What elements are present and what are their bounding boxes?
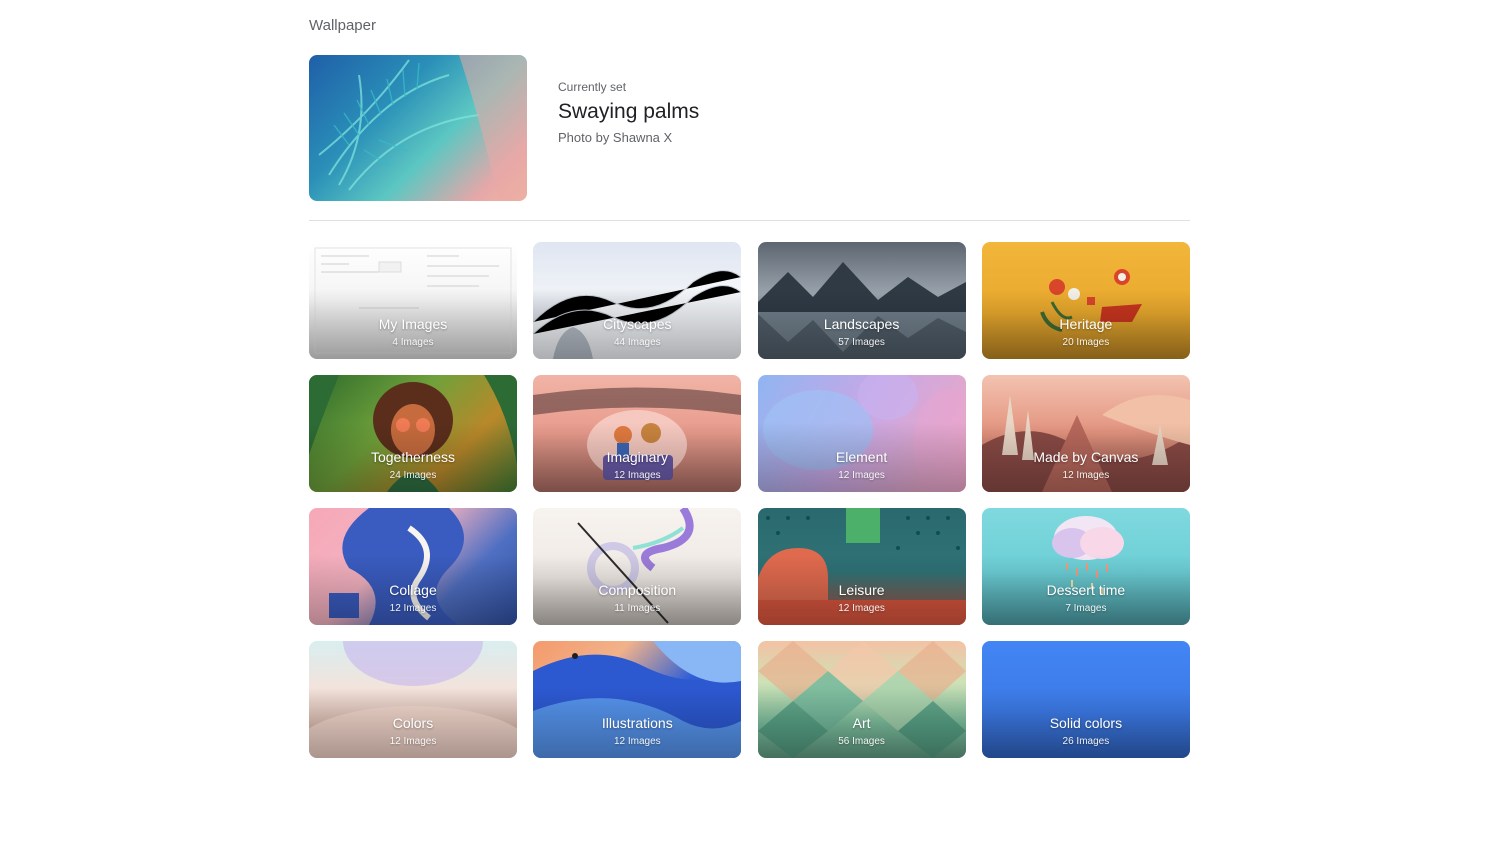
collections-grid: My Images 4 Images Cityscapes 44 Images Land… bbox=[309, 242, 1190, 758]
divider bbox=[309, 220, 1190, 221]
collection-count: 20 Images bbox=[1062, 337, 1110, 348]
collection-tile[interactable]: Leisure 12 Images bbox=[757, 508, 966, 625]
collection-tile[interactable]: My Images 4 Images bbox=[309, 242, 517, 359]
collection-name: Composition bbox=[598, 582, 677, 598]
collection-tile[interactable]: Element 12 Images bbox=[757, 375, 966, 492]
collection-tile[interactable]: Illustrations 12 Images bbox=[533, 641, 742, 758]
collection-count: 56 Images bbox=[838, 736, 885, 747]
collection-count: 12 Images bbox=[389, 603, 437, 614]
palm-leaves-image bbox=[318, 55, 527, 201]
current-wallpaper-credit: Photo by Shawna X bbox=[558, 130, 673, 145]
collection-name: Colors bbox=[392, 715, 434, 731]
currently-set-label: Currently set bbox=[558, 80, 627, 94]
collection-name: My Images bbox=[378, 316, 448, 332]
collection-tile[interactable]: Solid colors 26 Images bbox=[981, 641, 1190, 758]
collection-tile[interactable]: Collage 12 Images bbox=[309, 508, 517, 625]
collection-count: 12 Images bbox=[389, 736, 437, 747]
collection-tile[interactable]: Togetherness 24 Images bbox=[309, 375, 517, 492]
collection-count: 7 Images bbox=[1065, 603, 1107, 614]
collection-name: Art bbox=[852, 715, 871, 731]
collection-tile[interactable]: Art 56 Images bbox=[757, 641, 966, 758]
collection-name: Made by Canvas bbox=[1033, 449, 1139, 465]
collection-tile[interactable]: Cityscapes 44 Images bbox=[533, 242, 742, 359]
collection-tile[interactable]: Dessert time 7 Images bbox=[981, 508, 1190, 625]
collection-name: Collage bbox=[389, 582, 437, 598]
collection-tile[interactable]: Heritage 20 Images bbox=[981, 242, 1190, 359]
collection-tile[interactable]: Composition 11 Images bbox=[533, 508, 742, 625]
collection-tile[interactable]: Landscapes 57 Images bbox=[757, 242, 966, 359]
collection-tile[interactable]: Colors 12 Images bbox=[309, 641, 517, 758]
collection-count: 12 Images bbox=[613, 470, 661, 481]
collection-name: Dessert time bbox=[1046, 582, 1126, 598]
current-wallpaper-info: Currently set Swaying palms Photo by Sha… bbox=[558, 80, 699, 145]
collection-name: Cityscapes bbox=[603, 316, 672, 332]
collection-tile[interactable]: Imaginary 12 Images bbox=[533, 375, 742, 492]
current-wallpaper-name: Swaying palms bbox=[558, 100, 700, 123]
collection-name: Illustrations bbox=[601, 715, 673, 731]
collection-count: 24 Images bbox=[389, 470, 437, 481]
collection-count: 12 Images bbox=[838, 603, 885, 614]
collection-count: 4 Images bbox=[392, 337, 434, 348]
collection-name: Solid colors bbox=[1049, 715, 1123, 731]
page-title: Wallpaper bbox=[309, 17, 376, 34]
collection-count: 12 Images bbox=[613, 736, 661, 747]
collection-count: 12 Images bbox=[1062, 470, 1110, 481]
collection-name: Heritage bbox=[1059, 316, 1113, 332]
collection-count: 57 Images bbox=[838, 337, 885, 348]
collection-tile[interactable]: Made by Canvas 12 Images bbox=[981, 375, 1190, 492]
collection-name: Element bbox=[835, 449, 888, 465]
collection-name: Imaginary bbox=[606, 449, 669, 465]
collection-count: 44 Images bbox=[613, 337, 661, 348]
collection-count: 12 Images bbox=[838, 470, 885, 481]
collection-name: Leisure bbox=[838, 582, 885, 598]
collection-count: 26 Images bbox=[1062, 736, 1110, 747]
collection-name: Landscapes bbox=[823, 316, 900, 332]
collection-name: Togetherness bbox=[370, 449, 456, 465]
current-wallpaper-thumbnail[interactable] bbox=[309, 55, 527, 201]
collection-count: 11 Images bbox=[614, 603, 661, 614]
